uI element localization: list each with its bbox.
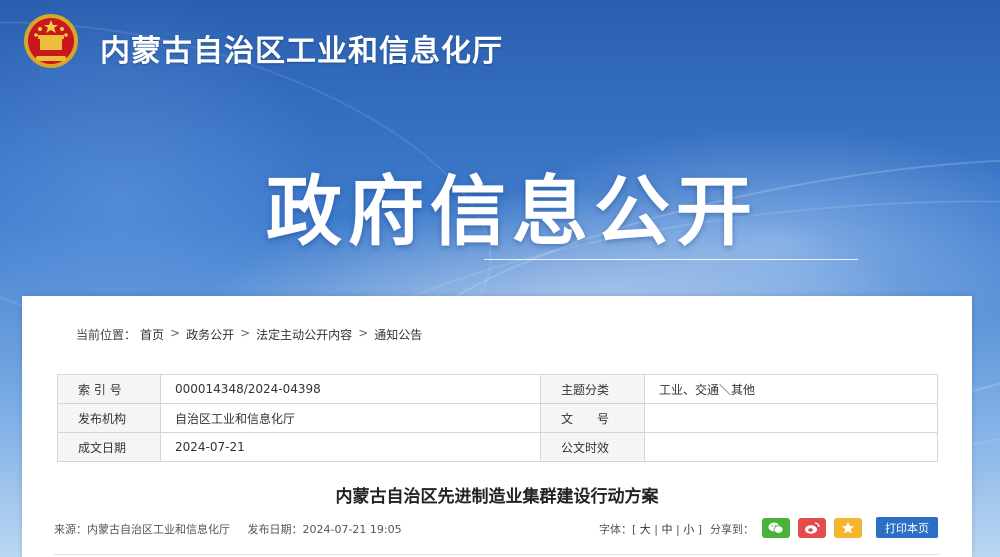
- document-number-label: 文 号: [540, 403, 645, 433]
- font-size-large[interactable]: 大: [640, 523, 651, 536]
- article-title: 内蒙古自治区先进制造业集群建设行动方案: [335, 487, 659, 507]
- breadcrumb-statutory[interactable]: 法定主动公开内容: [256, 326, 352, 343]
- breadcrumb-gov-affairs[interactable]: 政务公开: [186, 326, 234, 343]
- breadcrumb-home[interactable]: 首页: [140, 326, 164, 343]
- share-weibo-button[interactable]: [798, 518, 826, 538]
- article-source: 来源：内蒙古自治区工业和信息化厅: [54, 523, 230, 536]
- national-emblem-icon[interactable]: [22, 12, 80, 70]
- breadcrumb-separator: >: [358, 326, 369, 340]
- validity-label: 公文时效: [540, 432, 645, 462]
- divider: [54, 554, 939, 555]
- font-size-small[interactable]: 小: [683, 523, 694, 536]
- print-button[interactable]: 打印本页: [876, 517, 938, 538]
- index-number-label: 索 引 号: [57, 374, 161, 404]
- written-date-value: 2024-07-21: [160, 432, 541, 462]
- breadcrumb-separator: >: [170, 326, 181, 340]
- weibo-icon: [805, 522, 820, 534]
- wechat-icon: [768, 522, 784, 534]
- document-number-value: [644, 403, 938, 433]
- section-title: 政府信息公开: [266, 167, 758, 256]
- font-size-label: 字体：: [599, 523, 632, 536]
- share-label: 分享到：: [710, 523, 754, 536]
- share-favorite-button[interactable]: [834, 518, 862, 538]
- table-row: 索 引 号 000014348/2024-04398 主题分类 工业、交通＼其他: [57, 374, 938, 404]
- site-title[interactable]: 内蒙古自治区工业和信息化厅: [100, 26, 503, 70]
- breadcrumb: 当前位置： 首页 > 政务公开 > 法定主动公开内容 > 通知公告: [76, 326, 422, 343]
- breadcrumb-notices[interactable]: 通知公告: [374, 326, 422, 343]
- font-size-switcher: 字体：[ 大 | 中 | 小 ]: [599, 523, 702, 536]
- subject-category-label: 主题分类: [540, 374, 645, 404]
- article-publish-date: 发布日期：2024-07-21 19:05: [247, 523, 402, 536]
- validity-value: [644, 432, 938, 462]
- title-underline: [484, 259, 858, 260]
- article-meta: 来源：内蒙古自治区工业和信息化厅 发布日期：2024-07-21 19:05: [54, 521, 416, 537]
- publisher-value: 自治区工业和信息化厅: [160, 403, 541, 433]
- font-size-medium[interactable]: 中: [662, 523, 673, 536]
- written-date-label: 成文日期: [57, 432, 161, 462]
- star-icon: [842, 522, 854, 534]
- publisher-label: 发布机构: [57, 403, 161, 433]
- breadcrumb-separator: >: [240, 326, 251, 340]
- content-panel: 当前位置： 首页 > 政务公开 > 法定主动公开内容 > 通知公告 索 引 号 …: [22, 296, 972, 557]
- table-row: 发布机构 自治区工业和信息化厅 文 号: [57, 403, 938, 433]
- document-metadata-table: 索 引 号 000014348/2024-04398 主题分类 工业、交通＼其他…: [57, 374, 938, 462]
- index-number-value: 000014348/2024-04398: [160, 374, 541, 404]
- subject-category-value: 工业、交通＼其他: [644, 374, 938, 404]
- share-wechat-button[interactable]: [762, 518, 790, 538]
- table-row: 成文日期 2024-07-21 公文时效: [57, 432, 938, 462]
- breadcrumb-prefix: 当前位置：: [76, 328, 137, 342]
